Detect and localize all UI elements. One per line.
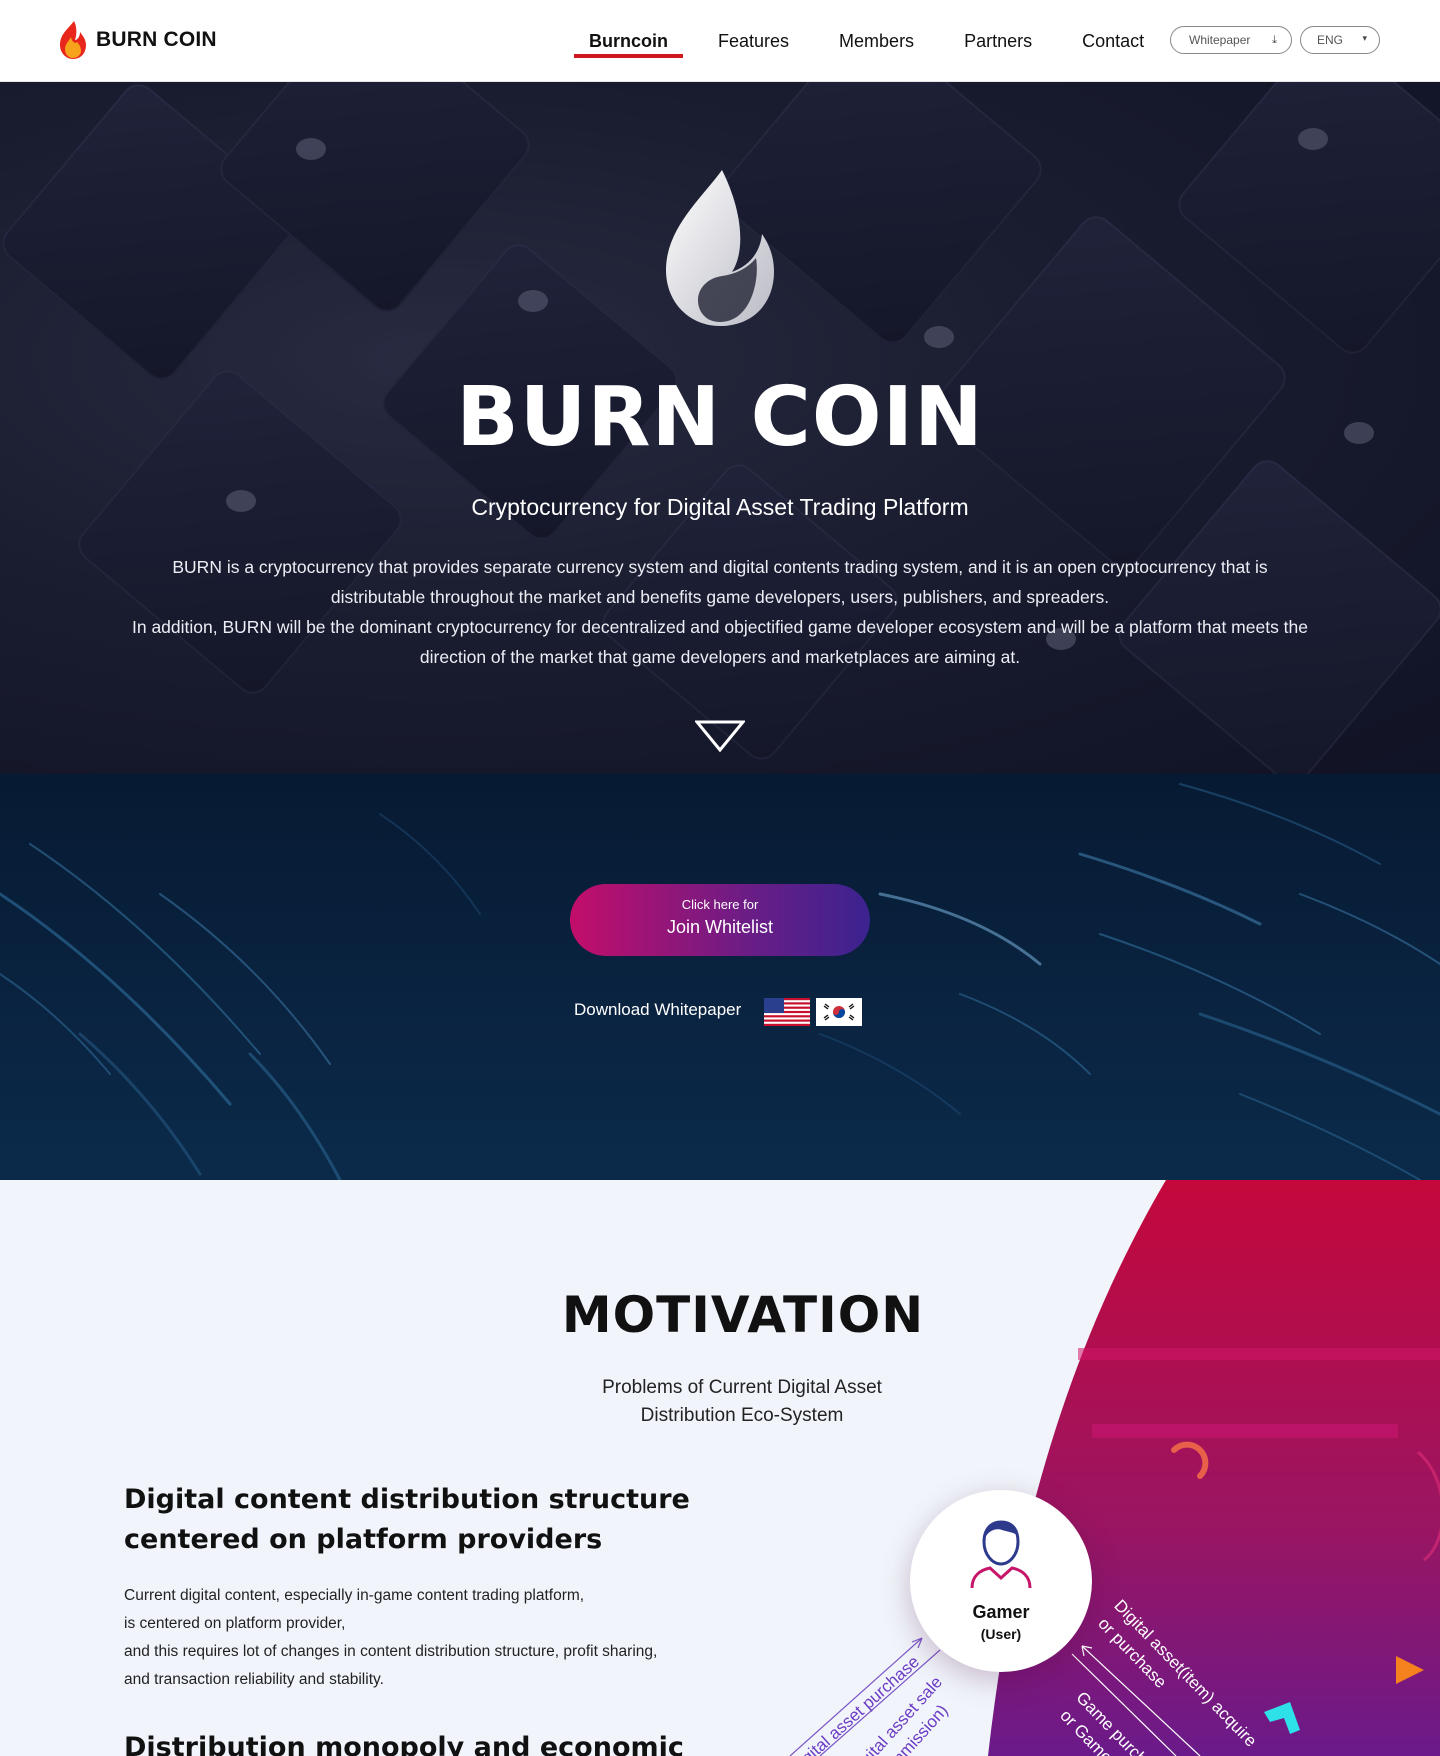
flame-emblem-icon [666,170,774,326]
hero-description: BURN is a cryptocurrency that provides s… [130,552,1310,672]
gamer-label: Gamer [972,1602,1030,1622]
brand-name: BURN COIN [96,28,217,51]
whitepaper-button[interactable]: Whitepaper ⤓ [1170,26,1292,54]
paragraph-line: and transaction reliability and stabilit… [124,1671,384,1688]
join-whitelist-label: Join Whitelist [666,917,774,937]
menu-item-features[interactable]: Features [703,0,804,82]
whitepaper-label: Whitepaper [1189,33,1251,47]
caret-down-icon: ▾ [1362,33,1367,43]
language-label: ENG [1317,33,1344,47]
motivation-title: MOTIVATION [561,1286,925,1344]
hero-description-paragraph-1: BURN is a cryptocurrency that provides s… [172,557,1268,607]
section-paragraph-platform: Current digital content, especially in-g… [124,1582,764,1694]
menu-item-partners[interactable]: Partners [949,0,1047,82]
menu-item-burncoin[interactable]: Burncoin [574,0,683,82]
flame-logo-icon [60,21,86,59]
whitelist-section: Click here for Join Whitelist Download W… [0,774,1440,1180]
scroll-down-icon[interactable] [695,719,745,753]
section-heading-platform-line-2: centered on platform providers [124,1524,603,1555]
language-select[interactable]: ENG ▾ [1300,26,1380,54]
join-whitelist-button[interactable]: Click here for Join Whitelist [570,884,870,956]
motivation-section: MOTIVATION Problems of Current Digital A… [0,1180,1440,1756]
gamer-node: Gamer (User) [910,1490,1092,1672]
hero-subtitle: Cryptocurrency for Digital Asset Trading… [471,494,969,520]
section-heading-platform-line-1: Digital content distribution structure [124,1484,690,1515]
hero-description-paragraph-2: In addition, BURN will be the dominant c… [131,617,1309,667]
brand-logo[interactable]: BURN COIN [58,20,217,60]
motivation-subtitle-line-1: Problems of Current Digital Asset [602,1377,882,1398]
us-flag-icon[interactable] [764,998,810,1026]
motivation-subtitle-line-2: Distribution Eco-System [640,1405,844,1426]
download-whitepaper-label: Download Whitepaper [574,1000,742,1019]
top-navbar: BURN COIN Burncoin Features Members Part… [0,0,1440,82]
section-heading-platform: Digital content distribution structure c… [124,1480,724,1560]
join-whitelist-small-label: Click here for [681,897,759,912]
download-icon: ⤓ [1272,34,1277,46]
paragraph-line: is centered on platform provider, [124,1615,346,1632]
section-heading-monopoly: Distribution monopoly and economic [124,1732,684,1756]
main-menu: Burncoin Features Members Partners Conta… [574,0,1179,82]
hero-section: BURN COIN Cryptocurrency for Digital Ass… [0,82,1440,774]
menu-item-contact[interactable]: Contact [1067,0,1159,82]
gamer-sublabel: (User) [980,1626,1022,1642]
star-streaks-background [0,783,1440,1180]
motivation-subtitle: Problems of Current Digital Asset Distri… [520,1374,964,1430]
korea-flag-icon[interactable] [816,998,862,1026]
hero-title: BURN COIN [456,370,984,465]
paragraph-line: and this requires lot of changes in cont… [124,1643,658,1660]
user-avatar-icon [970,1520,1032,1589]
menu-item-members[interactable]: Members [824,0,929,82]
paragraph-line: Current digital content, especially in-g… [124,1587,585,1604]
